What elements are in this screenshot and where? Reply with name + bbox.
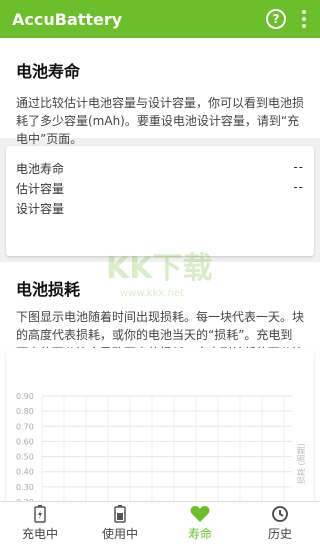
watermark-logo: KK下载 www.kkx.net	[106, 251, 213, 299]
nav-history-label: 历史	[267, 526, 292, 541]
app-bar: AccuBattery ?	[0, 0, 320, 38]
y-tick-label: 0.80	[16, 407, 34, 416]
svg-text:KK下载: KK下载	[106, 251, 213, 286]
nav-health-label: 寿命	[187, 526, 212, 541]
estimated-capacity-row: 估计容量 --	[16, 180, 304, 198]
design-capacity-row: 设计容量	[16, 200, 304, 218]
y-tick-label: 0.40	[16, 468, 34, 477]
health-row: 电池寿命 --	[16, 160, 304, 178]
battery-health-description: 通过比较估计电池容量与设计容量，你可以看到电池损耗了多少容量(mAh)。要重设电…	[16, 96, 305, 146]
y-tick-label: 0.70	[16, 422, 34, 431]
design-capacity-label: 设计容量	[16, 202, 65, 216]
nav-discharging[interactable]: 使用中	[80, 502, 160, 544]
nav-charging-label: 充电中	[21, 526, 58, 541]
nav-history[interactable]: 历史	[240, 502, 320, 544]
health-row-value: --	[293, 160, 304, 174]
more-vert-icon[interactable]	[302, 10, 306, 28]
wear-chart-card[interactable]: 0.900.800.700.600.500.400.300.20损耗 (周期)	[6, 348, 314, 508]
y-tick-label: 0.60	[16, 437, 34, 446]
nav-discharging-label: 使用中	[101, 526, 138, 541]
heart-icon	[190, 505, 210, 523]
nav-charging[interactable]: 充电中	[0, 502, 80, 544]
wear-chart: 0.900.800.700.600.500.400.300.20损耗 (周期)	[16, 392, 306, 507]
battery-icon	[114, 504, 126, 523]
nav-health[interactable]: 寿命	[160, 502, 240, 544]
estimated-capacity-label: 估计容量	[16, 182, 65, 196]
health-row-label: 电池寿命	[16, 162, 65, 176]
battery-health-title: 电池寿命	[16, 62, 81, 81]
watermark-text: www.kkx.net	[120, 288, 184, 299]
app-title: AccuBattery	[12, 9, 123, 29]
y-tick-label: 0.30	[16, 483, 34, 492]
bottom-navigation: 充电中 使用中 寿命 历史	[0, 501, 320, 544]
y-tick-label: 0.90	[16, 392, 34, 401]
help-circle-icon[interactable]: ?	[266, 9, 286, 29]
estimated-capacity-value: --	[293, 180, 304, 194]
battery-health-section: 电池寿命 通过比较估计电池容量与设计容量，你可以看到电池损耗了多少容量(mAh)…	[0, 38, 320, 146]
y-axis-label: 损耗 (周期)	[296, 443, 306, 484]
battery-charging-icon	[34, 504, 46, 523]
y-tick-label: 0.50	[16, 453, 34, 462]
history-icon	[271, 505, 289, 523]
